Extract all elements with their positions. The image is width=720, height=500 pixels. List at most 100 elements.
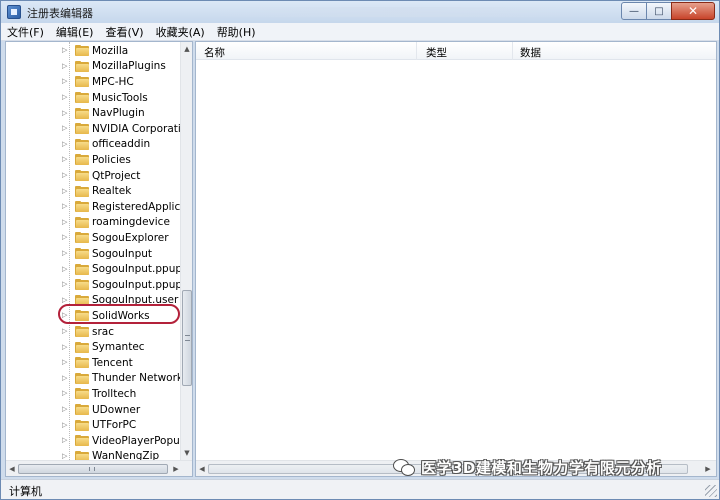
tree-item-realtek[interactable]: ▷ Realtek (6, 183, 180, 199)
scroll-right-arrow-icon[interactable]: ▶ (172, 465, 180, 473)
tree-item-tencent[interactable]: ▷ Tencent (6, 355, 180, 371)
tree-item-registeredapplicatio[interactable]: ▷ RegisteredApplicatio (6, 199, 192, 215)
menu-view[interactable]: 查看(V) (105, 24, 143, 40)
expand-arrow-icon[interactable]: ▷ (62, 94, 69, 101)
expand-arrow-icon[interactable]: ▷ (62, 359, 69, 366)
expand-arrow-icon[interactable]: ▷ (62, 452, 69, 460)
tree-item-trolltech[interactable]: ▷ Trolltech (6, 386, 180, 402)
expand-arrow-icon[interactable]: ▷ (62, 281, 69, 288)
tree-item-label: MozillaPlugins (92, 60, 166, 73)
folder-icon (75, 248, 89, 260)
folder-icon (75, 216, 89, 228)
tree-item-label: SogouInput (92, 247, 153, 260)
tree-item-label: NavPlugin (92, 107, 145, 120)
folder-icon (75, 107, 89, 119)
tree-item-officeaddin[interactable]: ▷ officeaddin (6, 137, 180, 153)
solidworks-highlight-circle (58, 304, 180, 324)
column-header-name[interactable]: 名称 (204, 45, 225, 60)
tree-item-label: MPC-HC (92, 75, 134, 88)
registry-tree-pane[interactable]: ▷ Mozilla ▷ MozillaPlugins ▷ MPC-HC ▷ MusicTool… (5, 41, 193, 477)
scroll-up-arrow-icon[interactable]: ▲ (183, 45, 191, 53)
expand-arrow-icon[interactable]: ▷ (62, 62, 69, 70)
tree-item-label: MusicTools (92, 91, 148, 104)
tree-vertical-scrollbar[interactable]: ▲ ▼ (180, 42, 192, 460)
expand-arrow-icon[interactable]: ▷ (62, 406, 69, 413)
expand-arrow-icon[interactable]: ▷ (62, 187, 69, 195)
resize-grip-icon[interactable] (705, 485, 717, 497)
scroll-left-arrow-icon[interactable]: ◀ (8, 465, 16, 473)
registry-tree: ▷ Mozilla ▷ MozillaPlugins ▷ MPC-HC ▷ MusicTool… (6, 42, 192, 462)
window-title: 注册表编辑器 (27, 7, 93, 20)
expand-arrow-icon[interactable]: ▷ (62, 265, 69, 273)
tree-item-policies[interactable]: ▷ Policies (6, 152, 180, 168)
expand-arrow-icon[interactable]: ▷ (62, 250, 69, 257)
column-header-data[interactable]: 数据 (520, 45, 541, 60)
expand-arrow-icon[interactable]: ▷ (62, 140, 69, 148)
tree-horizontal-scrollbar[interactable]: ◀ ▶ (6, 460, 192, 476)
expand-arrow-icon[interactable]: ▷ (62, 234, 69, 241)
tree-item-navplugin[interactable]: ▷ NavPlugin (6, 105, 180, 121)
expand-arrow-icon[interactable]: ▷ (62, 172, 69, 179)
tree-item-roamingdevice[interactable]: ▷ roamingdevice (6, 215, 180, 231)
tree-item-mozilla[interactable]: ▷ Mozilla (6, 43, 180, 59)
tree-item-label: UDowner (92, 403, 141, 416)
maximize-button[interactable]: □ (646, 2, 672, 20)
folder-icon (75, 76, 89, 88)
expand-arrow-icon[interactable]: ▷ (62, 374, 69, 382)
folder-icon (75, 92, 89, 104)
expand-arrow-icon[interactable]: ▷ (62, 296, 69, 304)
expand-arrow-icon[interactable]: ▷ (62, 156, 69, 163)
values-list-pane[interactable]: 名称 类型 数据 ◀ ▶ (195, 41, 717, 477)
expand-arrow-icon[interactable]: ▷ (62, 343, 69, 351)
folder-icon (75, 341, 89, 353)
scroll-left-arrow-icon[interactable]: ◀ (198, 465, 206, 473)
tree-item-sogouexplorer[interactable]: ▷ SogouExplorer (6, 230, 180, 246)
tree-item-sogouinput[interactable]: ▷ SogouInput (6, 246, 180, 262)
scroll-down-arrow-icon[interactable]: ▼ (183, 449, 191, 457)
menu-help[interactable]: 帮助(H) (217, 24, 256, 40)
tree-item-musictools[interactable]: ▷ MusicTools (6, 90, 180, 106)
tree-item-thunder-network[interactable]: ▷ Thunder Network (6, 371, 183, 387)
expand-arrow-icon[interactable]: ▷ (62, 203, 69, 210)
status-bar: 计算机 (1, 479, 719, 499)
tree-item-srac[interactable]: ▷ srac (6, 324, 180, 340)
expand-arrow-icon[interactable]: ▷ (62, 218, 69, 226)
folder-icon (75, 263, 89, 275)
tree-item-utforpc[interactable]: ▷ UTForPC (6, 417, 180, 433)
close-button[interactable]: ✕ (671, 2, 715, 20)
expand-arrow-icon[interactable]: ▷ (62, 109, 69, 117)
minimize-button[interactable]: — (621, 2, 647, 20)
title-bar[interactable]: 注册表编辑器 — □ ✕ (1, 1, 719, 23)
expand-arrow-icon[interactable]: ▷ (62, 78, 69, 85)
tree-item-videoplayerpopup[interactable]: ▷ VideoPlayerPopup (6, 433, 186, 449)
expand-arrow-icon[interactable]: ▷ (62, 390, 69, 397)
tree-item-mozillaplugins[interactable]: ▷ MozillaPlugins (6, 59, 180, 75)
expand-arrow-icon[interactable]: ▷ (62, 125, 69, 132)
menu-file[interactable]: 文件(F) (7, 24, 44, 40)
menu-favorites[interactable]: 收藏夹(A) (156, 24, 205, 40)
tree-item-symantec[interactable]: ▷ Symantec (6, 339, 180, 355)
column-divider[interactable] (512, 42, 513, 60)
expand-arrow-icon[interactable]: ▷ (62, 328, 69, 335)
column-header-type[interactable]: 类型 (426, 45, 447, 60)
folder-icon (75, 232, 89, 244)
tree-item-sogouinput-ppup[interactable]: ▷ SogouInput.ppup (6, 261, 182, 277)
expand-arrow-icon[interactable]: ▷ (62, 421, 69, 429)
tree-vertical-scroll-thumb[interactable] (182, 290, 192, 386)
expand-arrow-icon[interactable]: ▷ (62, 47, 69, 54)
list-header: 名称 类型 数据 (196, 42, 716, 60)
tree-horizontal-scroll-thumb[interactable] (18, 464, 168, 474)
tree-item-udowner[interactable]: ▷ UDowner (6, 402, 180, 418)
tree-item-qtproject[interactable]: ▷ QtProject (6, 168, 180, 184)
folder-icon (75, 419, 89, 431)
title-bar-faded-text (211, 7, 591, 17)
tree-item-sogouinput-ppup-us[interactable]: ▷ SogouInput.ppup.us (6, 277, 192, 293)
folder-icon (75, 60, 89, 72)
tree-item-nvidia-corporation[interactable]: ▷ NVIDIA Corporation (6, 121, 192, 137)
tree-item-label: RegisteredApplicatio (92, 200, 193, 213)
column-divider[interactable] (416, 42, 417, 60)
menu-edit[interactable]: 编辑(E) (56, 24, 94, 40)
scroll-right-arrow-icon[interactable]: ▶ (704, 465, 712, 473)
tree-item-mpc-hc[interactable]: ▷ MPC-HC (6, 74, 180, 90)
expand-arrow-icon[interactable]: ▷ (62, 437, 69, 444)
